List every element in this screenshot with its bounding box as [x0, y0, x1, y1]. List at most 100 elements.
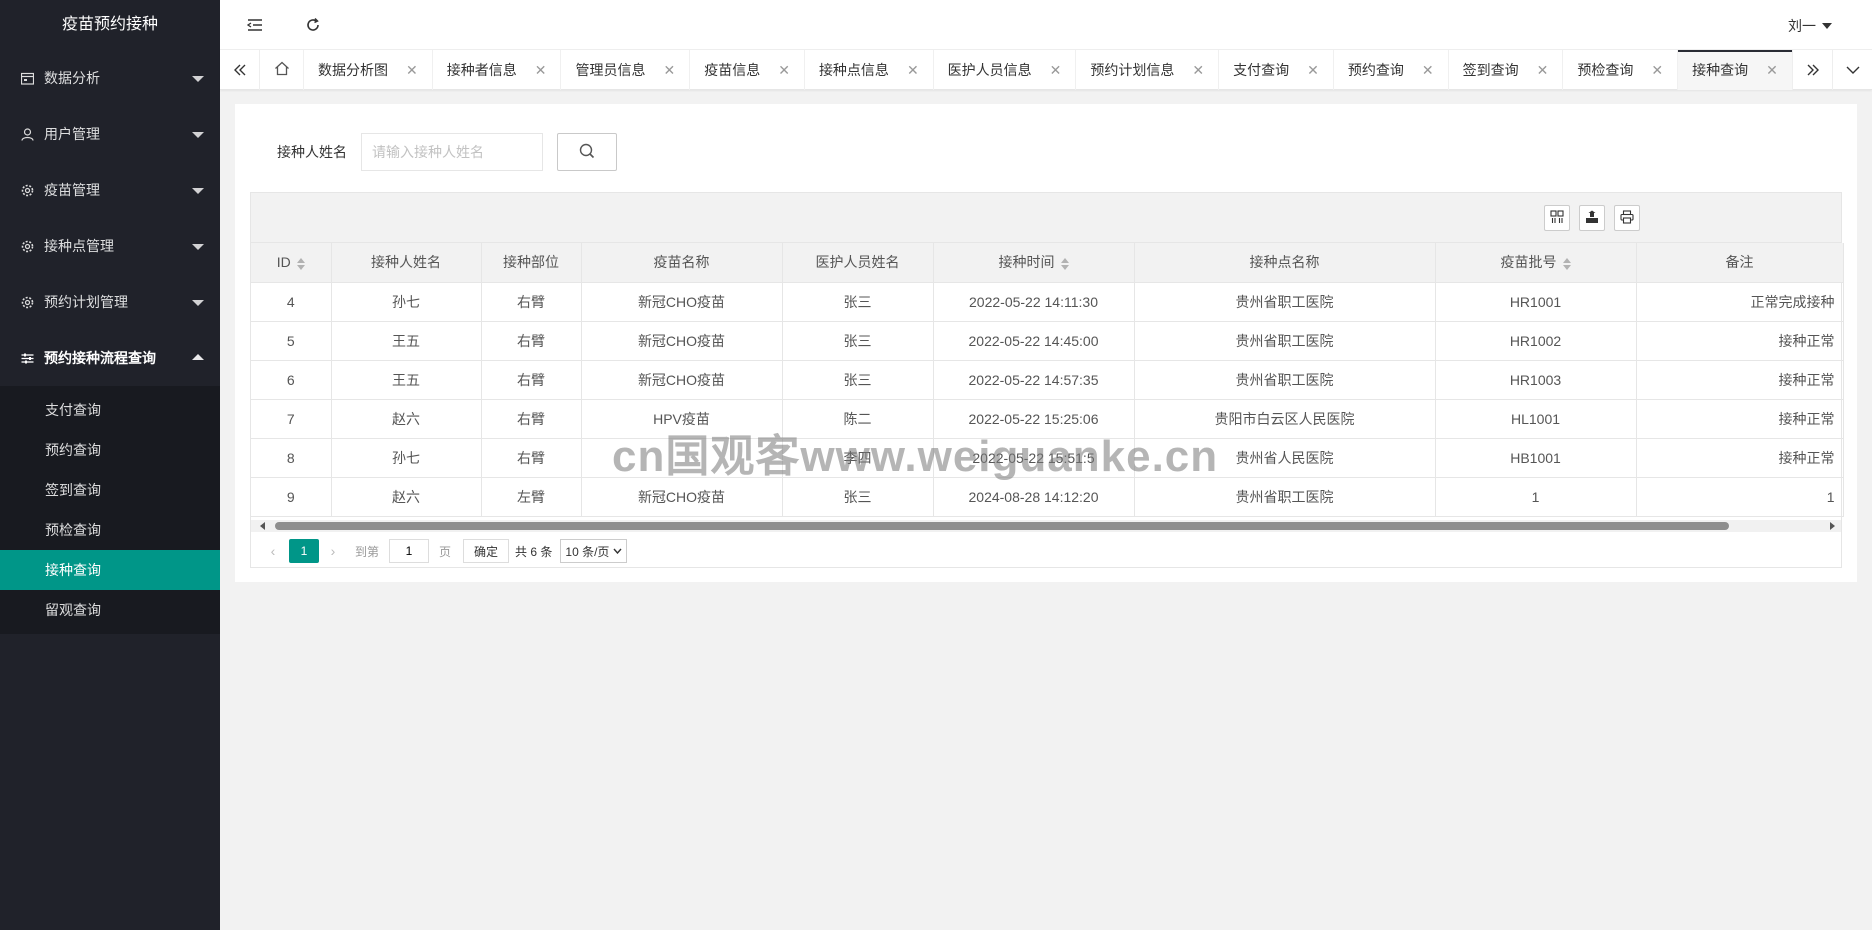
- tab-admin-info[interactable]: 管理员信息 ✕: [561, 50, 691, 90]
- table-row[interactable]: 4 孙七 右臂 新冠CHO疫苗 张三 2022-05-22 14:11:30 贵州省职工医院…: [251, 282, 1844, 322]
- tab-recipient-info[interactable]: 接种者信息 ✕: [433, 50, 562, 90]
- close-icon[interactable]: ✕: [663, 62, 675, 79]
- tab-vaccine-info[interactable]: 疫苗信息 ✕: [690, 50, 805, 90]
- tab-label: 数据分析图: [318, 62, 388, 78]
- submenu-item-payment[interactable]: 支付查询: [0, 390, 220, 430]
- total-count: 共 6 条: [515, 544, 553, 559]
- tab-label: 接种查询: [1692, 62, 1749, 78]
- tabs-scroll-left-icon[interactable]: [220, 50, 260, 90]
- scrollbar-thumb[interactable]: [275, 522, 1729, 530]
- goto-page-input[interactable]: [389, 539, 430, 563]
- cell-site-name: 贵州省职工医院: [1134, 321, 1436, 361]
- close-icon[interactable]: ✕: [1651, 62, 1663, 79]
- cell-vaccine: HPV疫苗: [581, 399, 783, 439]
- search-input[interactable]: [361, 133, 543, 171]
- column-header-batch[interactable]: 疫苗批号: [1435, 243, 1637, 283]
- tab-appointment-query[interactable]: 预约查询 ✕: [1334, 50, 1449, 90]
- tab-label: 预约查询: [1347, 62, 1404, 78]
- tabs-dropdown-icon[interactable]: [1832, 50, 1872, 90]
- column-header-time[interactable]: 接种时间: [933, 243, 1135, 283]
- menu-plan-management[interactable]: 预约计划管理: [0, 274, 220, 330]
- table-row[interactable]: 5 王五 右臂 新冠CHO疫苗 张三 2022-05-22 14:45:00 贵州省职工医院…: [251, 321, 1844, 361]
- close-icon[interactable]: ✕: [406, 62, 418, 79]
- tab-medical-staff-info[interactable]: 医护人员信息 ✕: [934, 50, 1077, 90]
- menu-user-management[interactable]: 用户管理: [0, 106, 220, 162]
- table-row[interactable]: 6 王五 右臂 新冠CHO疫苗 张三 2022-05-22 14:57:35 贵州省职工医院…: [251, 360, 1844, 400]
- current-page[interactable]: 1: [289, 539, 319, 563]
- columns-filter-button[interactable]: [1544, 205, 1570, 231]
- tab-label: 签到查询: [1462, 62, 1519, 78]
- close-icon[interactable]: ✕: [1422, 62, 1434, 79]
- menu-data-analysis[interactable]: 数据分析: [0, 50, 220, 106]
- table-row[interactable]: 7 赵六 右臂 HPV疫苗 陈二 2022-05-22 15:25:06 贵阳市白云区人民医…: [251, 399, 1844, 439]
- print-button[interactable]: [1614, 205, 1640, 231]
- column-header-site-part: 接种部位: [481, 243, 582, 283]
- page-size-select[interactable]: 10 条/页: [560, 539, 628, 563]
- table-row[interactable]: 9 赵六 左臂 新冠CHO疫苗 张三 2024-08-28 14:12:20 贵州省职工医院…: [251, 477, 1844, 517]
- tab-site-info[interactable]: 接种点信息 ✕: [805, 50, 934, 90]
- close-icon[interactable]: ✕: [1766, 62, 1778, 79]
- menu-collapse-icon[interactable]: [244, 14, 266, 36]
- tab-checkin-query[interactable]: 签到查询 ✕: [1449, 50, 1564, 90]
- cell-remark: 接种正常: [1636, 399, 1844, 439]
- table-row[interactable]: 8 孙七 右臂 李四 2022-05-22 15:51:5 贵州省人民医院 HB1001 接种…: [251, 438, 1844, 478]
- close-icon[interactable]: ✕: [778, 62, 790, 79]
- submenu-process-query: 支付查询 预约查询 签到查询 预检查询 接种查询 留观查询: [0, 386, 220, 634]
- close-icon[interactable]: ✕: [1537, 62, 1549, 79]
- chevron-up-icon: [192, 354, 204, 360]
- data-table-container: ID 接种人姓名 接种部位 疫苗名称 医护人员姓名 接种时间 接种点名称 疫苗批…: [250, 192, 1844, 568]
- cell-time: 2022-05-22 15:25:06: [933, 399, 1135, 439]
- cell-vaccine: [581, 438, 783, 478]
- sort-icon[interactable]: [1060, 257, 1069, 270]
- prev-page-icon[interactable]: ‹: [263, 543, 283, 559]
- submenu-item-precheck[interactable]: 预检查询: [0, 510, 220, 550]
- refresh-icon[interactable]: [302, 14, 324, 36]
- export-button[interactable]: [1579, 205, 1605, 231]
- cell-site-part: 左臂: [481, 477, 582, 517]
- cell-site-name: 贵阳市白云区人民医院: [1134, 399, 1436, 439]
- menu-vaccine-management[interactable]: 疫苗管理: [0, 162, 220, 218]
- next-page-icon[interactable]: ›: [323, 543, 343, 559]
- column-header-id[interactable]: ID: [251, 243, 332, 283]
- close-icon[interactable]: ✕: [1307, 62, 1319, 79]
- tab-label: 接种者信息: [446, 62, 517, 78]
- tab-payment-query[interactable]: 支付查询 ✕: [1219, 50, 1334, 90]
- menu-site-management[interactable]: 接种点管理: [0, 218, 220, 274]
- menu-process-query[interactable]: 预约接种流程查询: [0, 330, 220, 386]
- close-icon[interactable]: ✕: [907, 62, 919, 79]
- cell-batch: 1: [1435, 477, 1637, 517]
- scroll-right-arrow-icon[interactable]: [1830, 522, 1835, 530]
- tab-home[interactable]: [260, 50, 304, 90]
- close-icon[interactable]: ✕: [1192, 62, 1204, 79]
- submenu-item-appointment[interactable]: 预约查询: [0, 430, 220, 470]
- chevron-down-icon: [613, 548, 622, 554]
- scroll-left-arrow-icon[interactable]: [260, 522, 265, 530]
- tab-data-analysis[interactable]: 数据分析图 ✕: [304, 50, 433, 90]
- cell-batch: HR1003: [1435, 360, 1637, 400]
- column-header-remark: 备注: [1636, 243, 1844, 283]
- chevron-down-icon: [192, 76, 204, 82]
- cell-site-part: 右臂: [481, 321, 582, 361]
- close-icon[interactable]: ✕: [1050, 62, 1062, 79]
- sort-icon[interactable]: [1562, 257, 1571, 270]
- tab-precheck-query[interactable]: 预检查询 ✕: [1563, 50, 1679, 90]
- tab-vaccination-query[interactable]: 接种查询 ✕: [1678, 50, 1793, 90]
- submenu-item-observation[interactable]: 留观查询: [0, 590, 220, 630]
- tab-label: 接种点信息: [818, 62, 889, 78]
- cell-staff: 张三: [782, 321, 934, 361]
- sliders-icon: [20, 351, 34, 365]
- home-icon: [274, 61, 290, 79]
- tab-plan-info[interactable]: 预约计划信息 ✕: [1076, 50, 1220, 90]
- cell-name: 王五: [331, 321, 482, 361]
- cell-remark: 接种正常: [1636, 360, 1844, 400]
- submenu-item-vaccination[interactable]: 接种查询: [0, 550, 220, 590]
- goto-confirm-button[interactable]: 确定: [463, 539, 510, 563]
- user-menu[interactable]: 刘一: [1788, 16, 1832, 36]
- close-icon[interactable]: ✕: [535, 62, 547, 79]
- submenu-item-checkin[interactable]: 签到查询: [0, 470, 220, 510]
- horizontal-scrollbar[interactable]: [251, 520, 1841, 532]
- search-button[interactable]: [557, 133, 617, 171]
- tabs-scroll-right-icon[interactable]: [1792, 50, 1832, 90]
- cell-site-part: 右臂: [481, 438, 582, 478]
- sort-icon[interactable]: [296, 257, 305, 270]
